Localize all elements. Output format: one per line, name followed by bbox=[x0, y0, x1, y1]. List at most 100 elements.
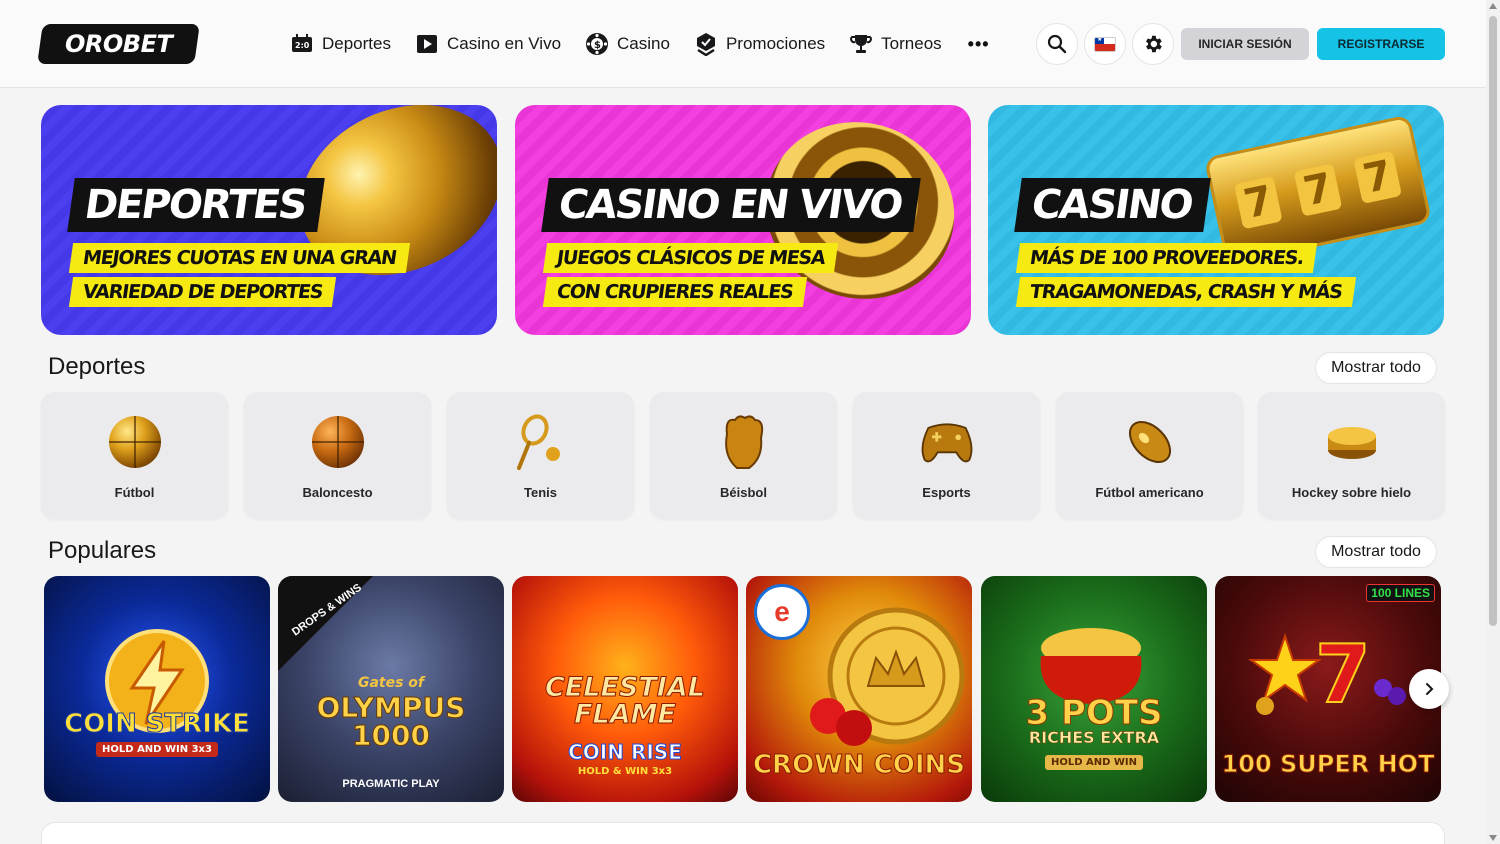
game-subtitle-2-text: HOLD AND WIN bbox=[1044, 755, 1144, 770]
search-button[interactable] bbox=[1036, 23, 1078, 65]
sport-card-tenis[interactable]: Tenis bbox=[447, 392, 634, 519]
nav-label: Deportes bbox=[322, 34, 391, 53]
banner-title: CASINO bbox=[1014, 178, 1212, 232]
top-header: OROBET 2:0 Deportes Casino en Vivo $ Cas… bbox=[0, 0, 1486, 88]
sport-card-futbol[interactable]: Fútbol bbox=[41, 392, 228, 519]
game-tile-gates-of-olympus[interactable]: DROPS & WINS Gates of OLYMPUS 1000 PRAGM… bbox=[278, 576, 504, 802]
main-nav: 2:0 Deportes Casino en Vivo $ Casino Pro… bbox=[290, 28, 990, 60]
scroll-down-arrow[interactable] bbox=[1489, 835, 1497, 841]
search-icon bbox=[1047, 34, 1067, 54]
section-title-deportes: Deportes bbox=[48, 353, 146, 380]
login-button[interactable]: INICIAR SESIÓN bbox=[1181, 28, 1309, 60]
seven-star-icon: 7 bbox=[1247, 627, 1406, 716]
sport-label: Baloncesto bbox=[302, 485, 373, 500]
chip-icon: $ bbox=[585, 32, 609, 56]
game-tile-celestial-flame[interactable]: CELESTIAL FLAME COIN RISE HOLD & WIN 3x3 bbox=[512, 576, 738, 802]
game-subtitle: RICHES EXTRA bbox=[1028, 728, 1160, 747]
scoreboard-icon: 2:0 bbox=[290, 32, 314, 56]
gear-icon bbox=[1146, 35, 1162, 53]
sport-label: Hockey sobre hielo bbox=[1291, 485, 1412, 500]
sport-card-beisbol[interactable]: Béisbol bbox=[650, 392, 837, 519]
chevron-right-icon bbox=[1426, 683, 1434, 695]
nav-casino[interactable]: $ Casino bbox=[585, 32, 670, 56]
svg-text:2:0: 2:0 bbox=[295, 41, 310, 50]
banner-subtitle-line1: MEJORES CUOTAS EN UNA GRAN bbox=[68, 243, 410, 273]
game-tile-crown-coins[interactable]: e CROWN COINS bbox=[746, 576, 972, 802]
banner-casino[interactable]: 777 CASINO MÁS DE 100 PROVEEDORES. TRAGA… bbox=[988, 105, 1444, 335]
settings-button[interactable] bbox=[1132, 23, 1174, 65]
game-title: CROWN COINS bbox=[752, 750, 966, 780]
game-provider: PRAGMATIC PLAY bbox=[342, 778, 440, 790]
football-icon bbox=[1122, 414, 1178, 470]
game-subtitle: HOLD AND WIN 3x3 bbox=[44, 742, 270, 757]
sport-card-esports[interactable]: Esports bbox=[853, 392, 1040, 519]
baseball-glove-icon bbox=[716, 414, 772, 470]
banner-title: DEPORTES bbox=[67, 178, 326, 232]
game-tile-3-pots-riches[interactable]: 3 POTS RICHES EXTRA HOLD AND WIN bbox=[981, 576, 1207, 802]
chile-flag-icon: ★ bbox=[1094, 36, 1116, 52]
sport-card-hockey[interactable]: Hockey sobre hielo bbox=[1258, 392, 1445, 519]
scroll-thumb[interactable] bbox=[1489, 16, 1497, 626]
game-title: COIN STRIKE bbox=[64, 709, 251, 739]
game-subtitle-2: HOLD & WIN 3x3 bbox=[577, 766, 673, 777]
game-title: CELESTIAL FLAME bbox=[545, 672, 706, 730]
sport-label: Esports bbox=[922, 485, 971, 500]
game-title: 100 SUPER HOT bbox=[1221, 750, 1435, 778]
register-button[interactable]: REGISTRARSE bbox=[1317, 28, 1445, 60]
play-icon bbox=[415, 32, 439, 56]
banner-title: CASINO EN VIVO bbox=[541, 178, 922, 232]
svg-text:7: 7 bbox=[1315, 628, 1371, 716]
gamepad-icon bbox=[919, 414, 975, 470]
game-title: OLYMPUS 1000 bbox=[316, 691, 466, 752]
nav-label: Promociones bbox=[725, 34, 826, 53]
banner-deportes[interactable]: DEPORTES MEJORES CUOTAS EN UNA GRAN VARI… bbox=[41, 105, 497, 335]
game-title-prefix: Gates of bbox=[357, 675, 425, 691]
scroll-up-arrow[interactable] bbox=[1489, 3, 1497, 9]
banner-subtitle-line1: JUEGOS CLÁSICOS DE MESA bbox=[542, 243, 839, 273]
game-subtitle: COIN RISE bbox=[568, 740, 683, 764]
game-subtitle-text: HOLD AND WIN 3x3 bbox=[96, 742, 218, 757]
sport-label: Tenis bbox=[524, 485, 557, 500]
more-menu-button[interactable]: ••• bbox=[968, 34, 990, 55]
game-title: 3 POTS bbox=[1025, 693, 1163, 733]
banner-subtitle-line2: VARIEDAD DE DEPORTES bbox=[68, 277, 337, 307]
banner-casino-en-vivo[interactable]: CASINO EN VIVO JUEGOS CLÁSICOS DE MESA C… bbox=[515, 105, 971, 335]
banner-subtitle-line2: TRAGAMONEDAS, CRASH Y MÁS bbox=[1015, 277, 1356, 307]
gold-coin-icon bbox=[810, 607, 965, 746]
nav-label: Casino bbox=[617, 34, 670, 53]
nav-torneos[interactable]: Torneos bbox=[849, 32, 942, 56]
nav-label: Casino en Vivo bbox=[446, 34, 562, 53]
badge-icon bbox=[694, 32, 718, 56]
trophy-icon bbox=[849, 32, 873, 56]
basketball-icon bbox=[310, 414, 366, 470]
sport-label: Fútbol americano bbox=[1095, 485, 1204, 500]
sport-card-baloncesto[interactable]: Baloncesto bbox=[244, 392, 431, 519]
logo-text: OROBET bbox=[64, 30, 173, 58]
nav-label: Torneos bbox=[881, 34, 942, 53]
sport-label: Béisbol bbox=[720, 485, 767, 500]
soccer-ball-icon bbox=[107, 414, 163, 470]
banner-subtitle-line1: MÁS DE 100 PROVEEDORES. bbox=[1015, 243, 1318, 273]
provider-e-logo: e bbox=[754, 584, 810, 640]
section-title-populares: Populares bbox=[48, 537, 157, 564]
banner-subtitle-line2: CON CRUPIERES REALES bbox=[542, 277, 807, 307]
nav-deportes[interactable]: 2:0 Deportes bbox=[290, 32, 391, 56]
game-tile-coin-strike[interactable]: COIN STRIKE HOLD AND WIN 3x3 bbox=[44, 576, 270, 802]
lines-badge: 100 LINES bbox=[1366, 584, 1435, 602]
hockey-puck-icon bbox=[1324, 414, 1380, 470]
show-all-popular-button[interactable]: Mostrar todo bbox=[1315, 536, 1437, 568]
sport-label: Fútbol bbox=[114, 485, 155, 500]
game-subtitle-2: HOLD AND WIN bbox=[981, 755, 1207, 770]
show-all-sports-button[interactable]: Mostrar todo bbox=[1315, 352, 1437, 384]
language-button[interactable]: ★ bbox=[1084, 23, 1126, 65]
sport-card-futbol-americano[interactable]: Fútbol americano bbox=[1056, 392, 1243, 519]
nav-casino-en-vivo[interactable]: Casino en Vivo bbox=[415, 32, 561, 56]
game-tile-100-super-hot[interactable]: 100 LINES 7 100 SUPER HOT bbox=[1215, 576, 1441, 802]
page-scrollbar[interactable] bbox=[1486, 0, 1500, 844]
svg-text:$: $ bbox=[594, 40, 601, 51]
tennis-racket-icon bbox=[513, 414, 569, 470]
nav-promociones[interactable]: Promociones bbox=[694, 32, 825, 56]
orobet-logo[interactable]: OROBET bbox=[37, 24, 200, 64]
next-section-card bbox=[41, 822, 1445, 844]
carousel-next-button[interactable] bbox=[1409, 669, 1449, 709]
